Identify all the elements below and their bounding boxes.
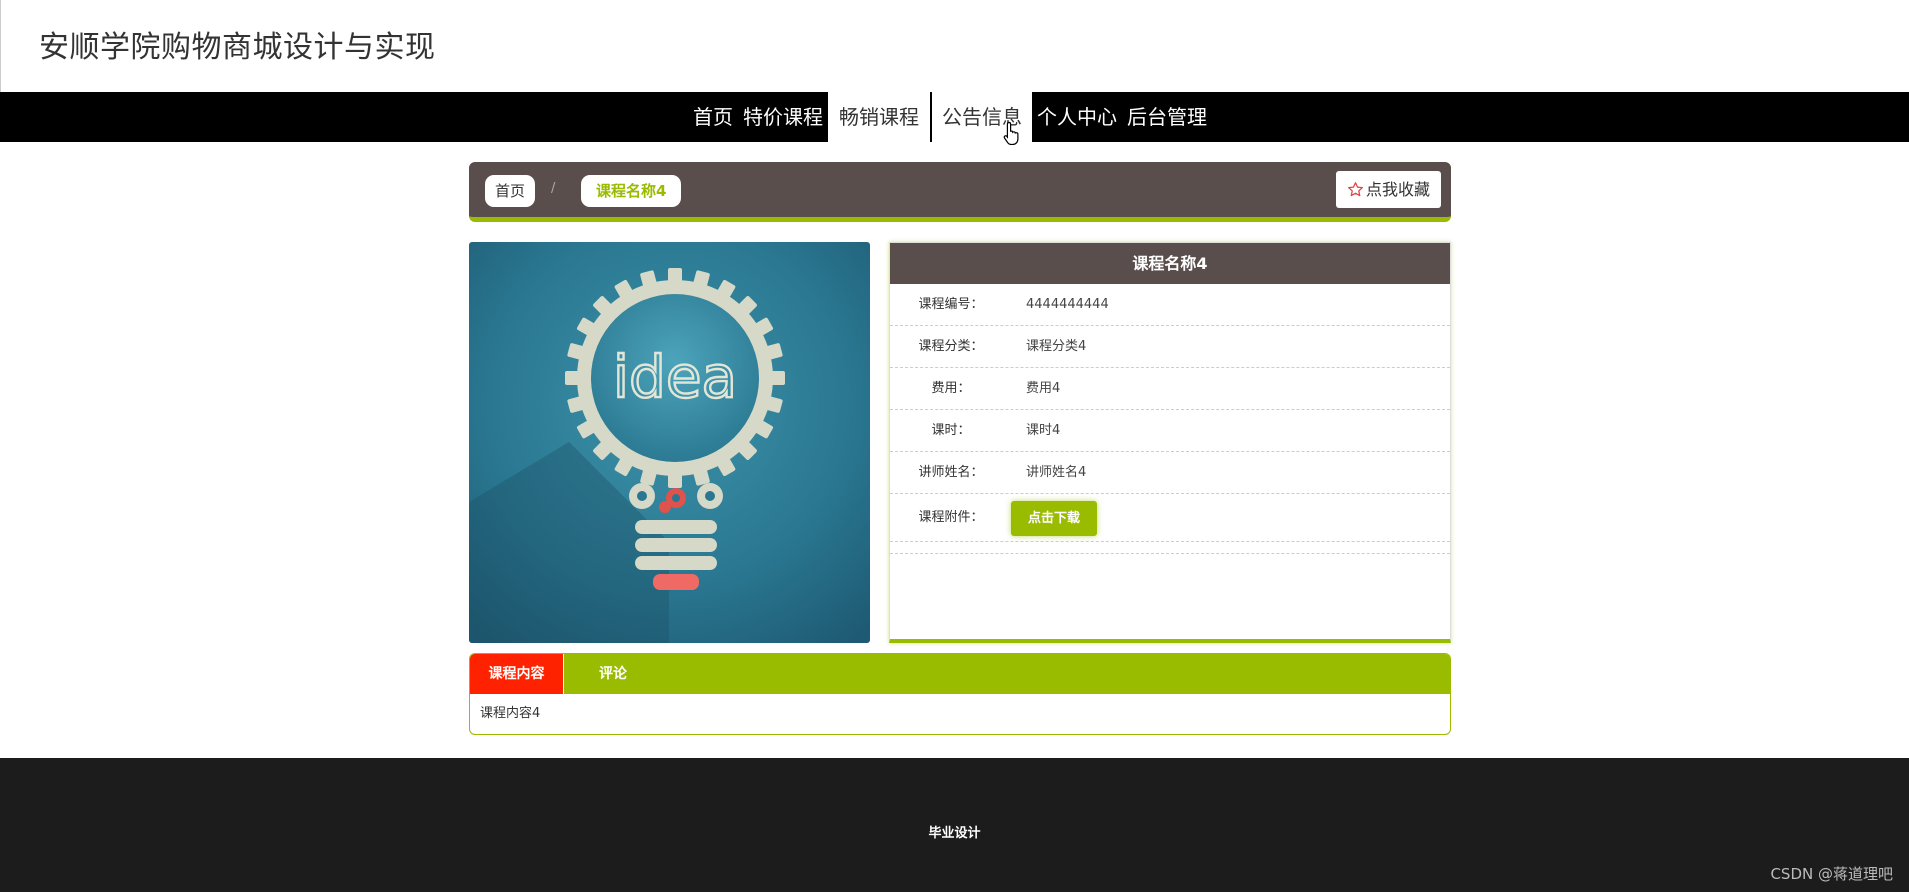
detail-row-empty xyxy=(890,542,1450,554)
detail-value: 讲师姓名4 xyxy=(1026,465,1087,480)
detail-value: 费用4 xyxy=(1026,381,1061,396)
detail-value: 课程分类4 xyxy=(1026,339,1087,354)
detail-row-fee: 费用： 费用4 xyxy=(890,368,1450,410)
tab-content: 课程内容4 xyxy=(480,706,541,721)
breadcrumb-home[interactable]: 首页 xyxy=(485,175,536,207)
detail-row-course-id: 课程编号： 4444444444 xyxy=(890,284,1450,326)
hand-cursor-icon xyxy=(1003,121,1019,145)
detail-row-hours: 课时： 课时4 xyxy=(890,410,1450,452)
detail-label: 讲师姓名： xyxy=(918,465,984,480)
breadcrumb-separator: / xyxy=(551,181,556,196)
course-details-panel: 课程名称4 课程编号： 4444444444 课程分类： 课程分类4 费用： 费… xyxy=(889,242,1451,643)
detail-label: 课程附件： xyxy=(918,510,984,525)
course-title: 课程名称4 xyxy=(890,243,1450,284)
nav-item-home[interactable]: 首页 xyxy=(688,92,738,142)
site-footer: 毕业设计 xyxy=(0,758,1909,892)
star-outline-icon xyxy=(1348,182,1363,197)
idea-text: idea xyxy=(613,343,737,411)
breadcrumb: 首页 / 课程名称4 点我收藏 xyxy=(469,162,1451,222)
watermark: CSDN @蒋道理吧 xyxy=(1770,865,1893,883)
detail-label: 费用： xyxy=(931,381,971,396)
favorite-button-label: 点我收藏 xyxy=(1365,180,1430,199)
detail-label: 课程编号： xyxy=(918,297,984,312)
main-nav: 首页 特价课程 畅销课程 公告信息 个人中心 后台管理 xyxy=(0,92,1909,142)
tab-course-content[interactable]: 课程内容 xyxy=(470,654,564,694)
nav-item-special-courses[interactable]: 特价课程 xyxy=(738,92,828,142)
footer-text: 毕业设计 xyxy=(928,826,981,841)
nav-item-bestseller-courses[interactable]: 畅销课程 xyxy=(828,92,930,142)
site-title: 安顺学院购物商城设计与实现 xyxy=(39,30,436,65)
course-image: idea xyxy=(469,242,870,643)
detail-value: 4444444444 xyxy=(1026,297,1109,312)
detail-row-attachment: 课程附件： 点击下载 xyxy=(890,494,1450,542)
tab-comments[interactable]: 评论 xyxy=(564,654,627,694)
course-tabs: 课程内容 评论 课程内容4 xyxy=(469,653,1451,735)
download-button[interactable]: 点击下载 xyxy=(1011,501,1097,536)
nav-item-admin[interactable]: 后台管理 xyxy=(1122,92,1212,142)
breadcrumb-current: 课程名称4 xyxy=(581,175,682,207)
detail-row-category: 课程分类： 课程分类4 xyxy=(890,326,1450,368)
favorite-button[interactable]: 点我收藏 xyxy=(1335,171,1441,208)
detail-label: 课时： xyxy=(931,423,971,438)
detail-label: 课程分类： xyxy=(918,339,984,354)
nav-item-personal-center[interactable]: 个人中心 xyxy=(1032,92,1122,142)
detail-row-teacher: 讲师姓名： 讲师姓名4 xyxy=(890,452,1450,494)
site-header: 安顺学院购物商城设计与实现 xyxy=(0,0,1909,92)
detail-value: 课时4 xyxy=(1026,423,1061,438)
